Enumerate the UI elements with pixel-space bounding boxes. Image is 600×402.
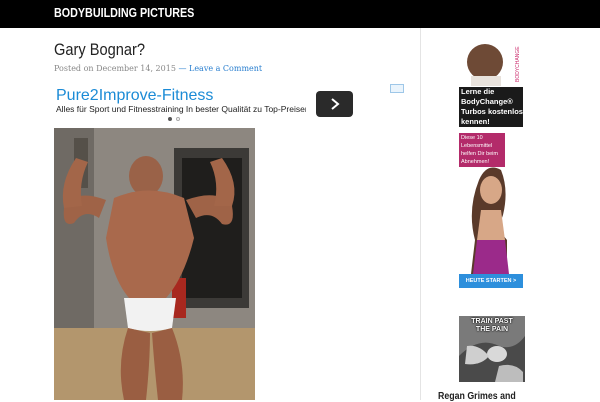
sidebar-ad-sub-3: Abnehmen! bbox=[461, 159, 490, 165]
meta-separator: — bbox=[178, 64, 187, 73]
sidebar-ad-headline-3: Turbos kostenlos bbox=[459, 107, 523, 117]
adchoices-icon[interactable] bbox=[390, 84, 404, 93]
sidebar-ad-subtext: Diese 10 Lebensmittel helfen Dir beim Ab… bbox=[459, 133, 505, 167]
meme-line-1: TRAIN PAST bbox=[471, 318, 513, 325]
site-header: BODYBUILDING PICTURES bbox=[0, 0, 600, 28]
sidebar-divider bbox=[420, 28, 421, 400]
chevron-right-icon bbox=[330, 98, 340, 110]
sidebar-ad[interactable]: BODYCHANGE Lerne die BodyChange® Turbos … bbox=[457, 40, 527, 301]
ad-banner[interactable]: Pure2Improve-Fitness Alles für Sport und… bbox=[54, 84, 404, 124]
site-title[interactable]: BODYBUILDING PICTURES bbox=[54, 6, 194, 20]
ad-title[interactable]: Pure2Improve-Fitness bbox=[56, 87, 213, 105]
leave-comment-link[interactable]: Leave a Comment bbox=[189, 64, 262, 73]
sidebar-ad-cta-button[interactable]: HEUTE STARTEN > bbox=[459, 274, 523, 288]
meta-prefix: Posted on bbox=[54, 64, 94, 73]
sidebar-ad-sub-1: Diese 10 Lebensmittel bbox=[461, 135, 493, 149]
sidebar-ad-headline-1: Lerne die bbox=[459, 87, 523, 97]
post-title: Gary Bognar? bbox=[54, 40, 146, 59]
post-date-link[interactable]: December 14, 2015 bbox=[96, 64, 176, 73]
sidebar-ad-sub-2: helfen Dir beim bbox=[461, 151, 498, 157]
carousel-dot[interactable] bbox=[176, 117, 180, 121]
sidebar-ad-headline-4: kennen! bbox=[459, 117, 523, 127]
meme-line-2: THE PAIN bbox=[475, 326, 509, 333]
post-meta: Posted on December 14, 2015 — Leave a Co… bbox=[54, 64, 262, 73]
ad-carousel-dots bbox=[168, 117, 180, 121]
post-image bbox=[54, 128, 255, 400]
meme-image[interactable]: TRAIN PAST THE PAIN bbox=[459, 316, 525, 382]
ad-next-button[interactable] bbox=[316, 91, 353, 117]
ad-text[interactable]: Alles für Sport und Fitnesstraining In b… bbox=[56, 104, 306, 114]
sidebar-ad-headline-2: BodyChange® bbox=[459, 97, 523, 107]
sidebar-ad-brand: BODYCHANGE bbox=[515, 46, 521, 82]
carousel-dot[interactable] bbox=[168, 117, 172, 121]
meme-caption: TRAIN PAST THE PAIN bbox=[459, 318, 525, 334]
widget-title[interactable]: Regan Grimes and bbox=[438, 391, 516, 402]
